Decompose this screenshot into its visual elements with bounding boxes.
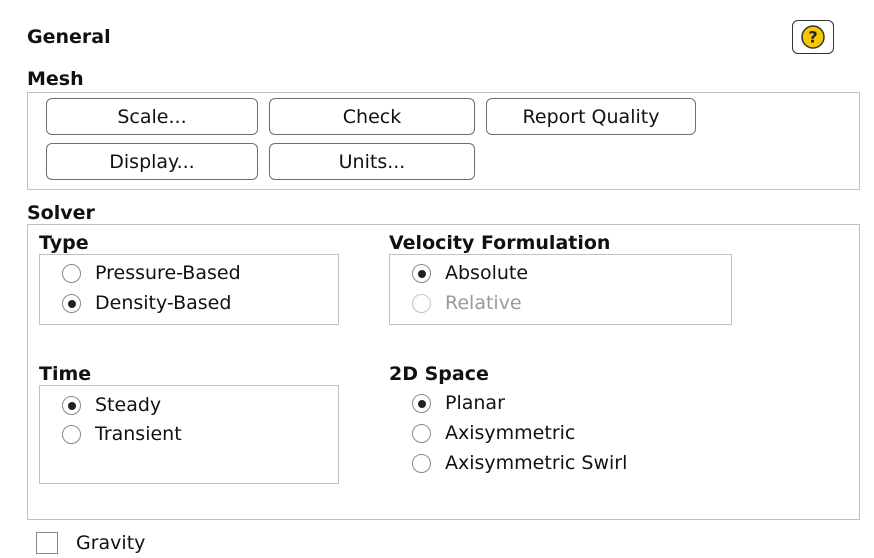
- radio-button: [412, 293, 431, 313]
- radio-label: Planar: [445, 392, 505, 414]
- scale-button[interactable]: Scale...: [46, 98, 258, 135]
- help-icon: ?: [801, 25, 825, 49]
- space-option-axisymmetric-swirl[interactable]: Axisymmetric Swirl: [412, 450, 627, 476]
- radio-button[interactable]: [62, 424, 81, 444]
- space-option-planar[interactable]: Planar: [412, 390, 505, 416]
- type-option-pressure-based[interactable]: Pressure-Based: [62, 260, 241, 286]
- report-quality-button[interactable]: Report Quality: [486, 98, 696, 135]
- type-heading: Type: [39, 232, 89, 254]
- space-option-axisymmetric[interactable]: Axisymmetric: [412, 420, 575, 446]
- gravity-label: Gravity: [76, 532, 146, 554]
- time-option-steady[interactable]: Steady: [62, 392, 161, 418]
- panel-title: General: [27, 26, 111, 48]
- velocity-option-absolute[interactable]: Absolute: [412, 260, 528, 286]
- 2d-space-heading: 2D Space: [389, 363, 489, 385]
- mesh-heading: Mesh: [27, 68, 84, 90]
- type-option-density-based[interactable]: Density-Based: [62, 290, 231, 316]
- radio-label: Transient: [95, 423, 182, 445]
- radio-button[interactable]: [412, 423, 431, 443]
- units-button[interactable]: Units...: [269, 143, 475, 180]
- radio-label: Relative: [445, 292, 522, 314]
- check-button[interactable]: Check: [269, 98, 475, 135]
- radio-button[interactable]: [412, 263, 431, 283]
- velocity-formulation-heading: Velocity Formulation: [389, 232, 611, 254]
- radio-label: Axisymmetric: [445, 422, 576, 444]
- radio-button[interactable]: [62, 293, 81, 313]
- time-heading: Time: [39, 363, 92, 385]
- svg-text:?: ?: [808, 28, 817, 47]
- display-button[interactable]: Display...: [46, 143, 258, 180]
- gravity-checkbox-row[interactable]: Gravity: [36, 530, 145, 556]
- radio-button[interactable]: [62, 263, 81, 283]
- radio-label: Density-Based: [95, 292, 232, 314]
- radio-label: Axisymmetric Swirl: [445, 452, 628, 474]
- radio-label: Pressure-Based: [95, 262, 241, 284]
- time-option-transient[interactable]: Transient: [62, 421, 182, 447]
- radio-label: Steady: [95, 394, 162, 416]
- radio-button[interactable]: [62, 395, 81, 415]
- help-button[interactable]: ?: [792, 20, 834, 54]
- gravity-checkbox[interactable]: [36, 532, 58, 554]
- radio-button[interactable]: [412, 393, 431, 413]
- radio-button[interactable]: [412, 453, 431, 473]
- velocity-option-relative: Relative: [412, 290, 522, 316]
- radio-label: Absolute: [445, 262, 529, 284]
- solver-heading: Solver: [27, 202, 95, 224]
